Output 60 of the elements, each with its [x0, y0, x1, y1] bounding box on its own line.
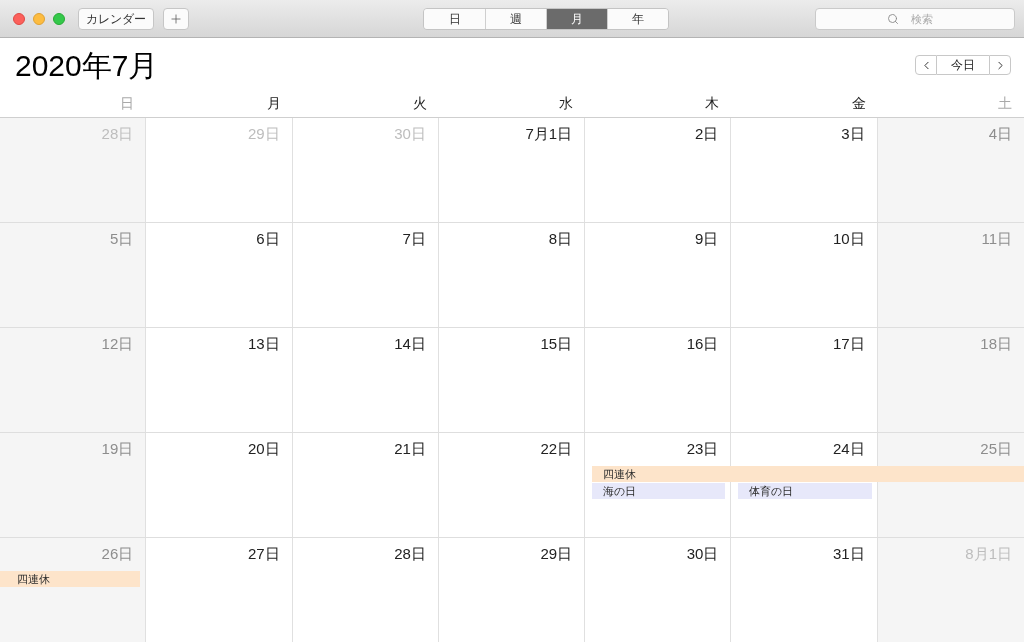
day-number: 11日 [981, 230, 1012, 248]
day-number: 4日 [988, 125, 1012, 143]
day-number: 13日 [247, 335, 280, 353]
day-number: 29日 [540, 545, 573, 563]
day-number: 20日 [247, 440, 280, 458]
weekday-label: 月 [266, 95, 281, 110]
previous-button[interactable] [915, 55, 937, 75]
day-number: 26日 [101, 545, 134, 563]
event-bar[interactable]: 四連休 [592, 466, 1024, 482]
event-bar[interactable]: 四連休 [0, 571, 141, 587]
day-number: 7日 [402, 230, 426, 248]
day-number: 30日 [394, 125, 426, 143]
zoom-icon[interactable] [53, 12, 65, 25]
search-icon [887, 12, 899, 25]
day-number: 7月1日 [525, 125, 573, 143]
day-number: 2日 [695, 125, 719, 143]
day-number: 31日 [833, 545, 865, 563]
day-number: 6日 [256, 230, 280, 248]
event-bar[interactable]: 体育の日 [738, 483, 872, 499]
day-number: 5日 [109, 230, 134, 248]
day-number: 3日 [841, 125, 865, 143]
weekday-label: 水 [559, 95, 574, 110]
day-number: 21日 [394, 440, 426, 458]
day-number: 22日 [540, 440, 573, 458]
view-tab[interactable]: 日 [424, 8, 485, 29]
add-button[interactable] [163, 7, 189, 30]
day-number: 14日 [394, 335, 426, 353]
event-bar[interactable]: 海の日 [592, 483, 726, 499]
day-number: 30日 [686, 545, 719, 563]
weekday-label: 金 [851, 95, 866, 110]
day-number: 23日 [686, 440, 719, 458]
day-number: 9日 [695, 230, 719, 248]
month-title: 2020年7月 [15, 51, 159, 81]
day-number: 18日 [980, 335, 1012, 353]
search-field[interactable]: 検索 [815, 7, 1015, 30]
view-tab[interactable]: 年 [607, 8, 668, 29]
day-number: 28日 [394, 545, 426, 563]
minimize-icon[interactable] [33, 12, 45, 25]
day-number: 19日 [101, 440, 134, 458]
day-number: 17日 [833, 335, 865, 353]
day-number: 12日 [101, 335, 134, 353]
view-tab[interactable]: 週 [485, 8, 546, 29]
weekday-label: 日 [120, 95, 135, 110]
day-number: 25日 [980, 440, 1012, 458]
weekday-label: 土 [998, 95, 1012, 110]
plus-icon [169, 11, 183, 26]
weekday-label: 火 [412, 95, 427, 110]
next-button[interactable] [989, 55, 1011, 75]
calendars-button[interactable]: カレンダー [78, 7, 154, 30]
day-number: 29日 [247, 125, 280, 143]
weekday-label: 木 [705, 95, 720, 110]
day-number: 15日 [540, 335, 573, 353]
day-number: 27日 [247, 545, 280, 563]
day-number: 16日 [686, 335, 719, 353]
day-number: 8日 [548, 230, 573, 248]
view-tab[interactable]: 月 [546, 8, 607, 29]
day-number: 10日 [833, 230, 865, 248]
close-icon[interactable] [13, 12, 25, 25]
today-button[interactable]: 今日 [937, 55, 989, 75]
day-number: 24日 [833, 440, 865, 458]
